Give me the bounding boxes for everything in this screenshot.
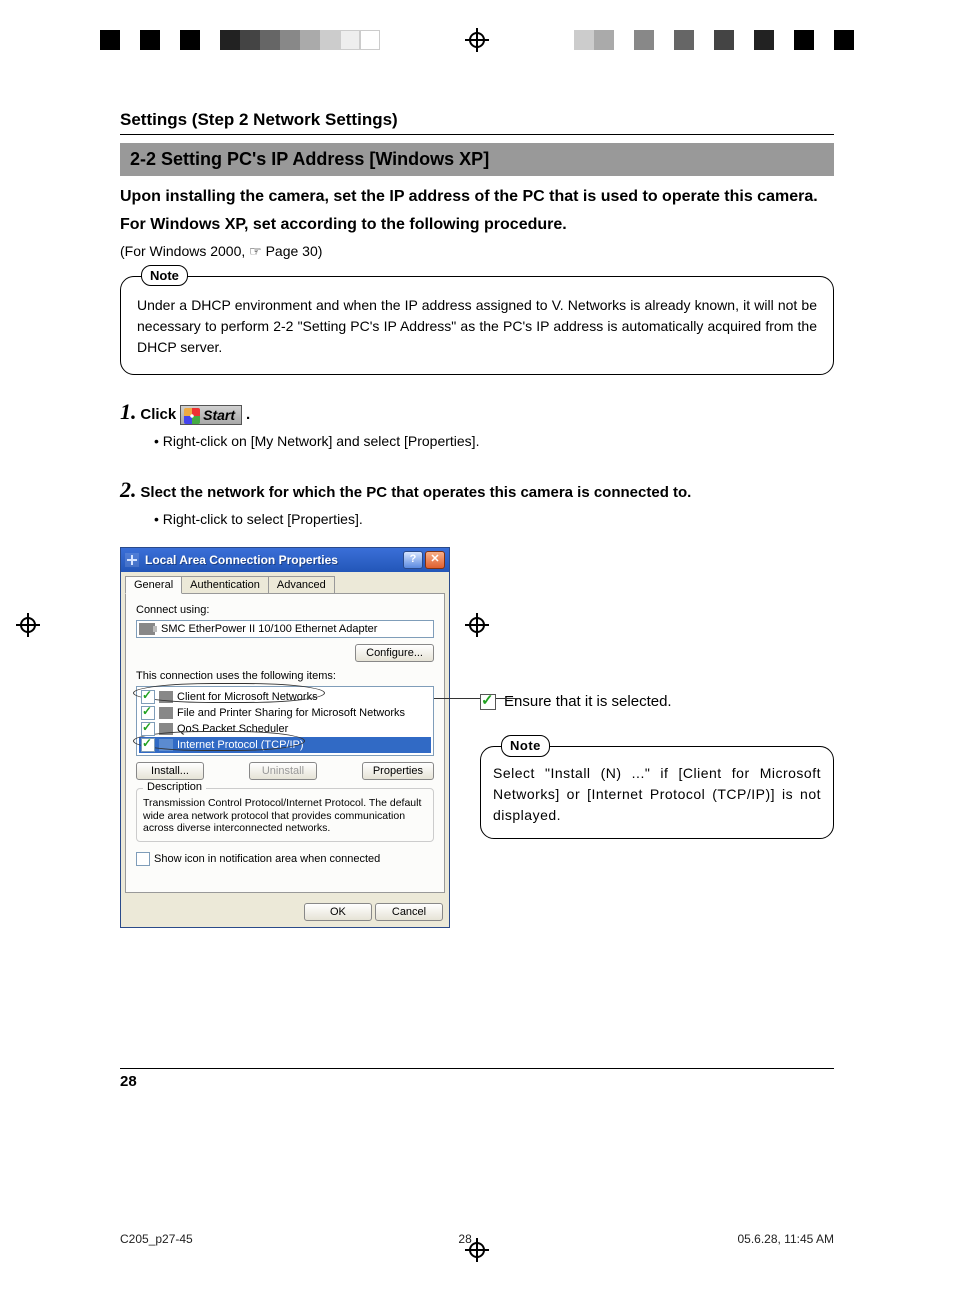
- note-text: Under a DHCP environment and when the IP…: [137, 297, 817, 355]
- step-1-text-post: .: [246, 406, 250, 423]
- note-label-2: Note: [501, 735, 550, 757]
- configure-button[interactable]: Configure...: [355, 644, 434, 662]
- dialog-titlebar: Local Area Connection Properties ? ✕: [121, 548, 449, 572]
- close-button[interactable]: ✕: [425, 551, 445, 569]
- install-button[interactable]: Install...: [136, 762, 204, 780]
- checkbox-icon[interactable]: [141, 706, 155, 720]
- ensure-selected-row: Ensure that it is selected.: [480, 693, 834, 710]
- show-icon-checkbox[interactable]: [136, 852, 150, 866]
- dialog-bottom-buttons: OK Cancel: [121, 897, 449, 927]
- registration-marks-bottom: [0, 1230, 954, 1270]
- uninstall-button[interactable]: Uninstall: [249, 762, 317, 780]
- color-bars-left: [100, 30, 380, 50]
- item-client-ms-networks[interactable]: Client for Microsoft Networks: [139, 689, 431, 705]
- checkbox-icon[interactable]: [141, 690, 155, 704]
- color-bars-right: [574, 30, 854, 50]
- screenshot-column: Local Area Connection Properties ? ✕ Gen…: [120, 547, 450, 928]
- intro-paragraph-2: For Windows XP, set according to the fol…: [120, 214, 834, 236]
- ensure-checkbox-icon: [480, 694, 496, 710]
- ok-button[interactable]: OK: [304, 903, 372, 921]
- cancel-button[interactable]: Cancel: [375, 903, 443, 921]
- step-1-text-pre: Click: [140, 406, 176, 423]
- callout-line: [433, 698, 519, 699]
- item-qos[interactable]: QoS Packet Scheduler: [139, 721, 431, 737]
- registration-target-top: [465, 28, 489, 52]
- component-icon: [159, 691, 173, 703]
- nic-icon: [139, 623, 155, 635]
- note-label: Note: [141, 265, 188, 287]
- items-label: This connection uses the following items…: [136, 670, 434, 682]
- adapter-name: SMC EtherPower II 10/100 Ethernet Adapte…: [161, 623, 377, 635]
- component-icon: [159, 723, 173, 735]
- item-file-printer-sharing[interactable]: File and Printer Sharing for Microsoft N…: [139, 705, 431, 721]
- step-1: 1. Click Start .: [120, 399, 834, 425]
- annotation-column: Ensure that it is selected. Note Select …: [480, 547, 834, 928]
- tab-body: Connect using: SMC EtherPower II 10/100 …: [125, 593, 445, 893]
- ensure-text: Ensure that it is selected.: [504, 693, 672, 710]
- note-box-1: Note Under a DHCP environment and when t…: [120, 276, 834, 375]
- step-2-number: 2.: [120, 477, 137, 502]
- cross-reference: (For Windows 2000, ☞ Page 30): [120, 243, 834, 260]
- subsection-title: 2-2 Setting PC's IP Address [Windows XP]: [120, 143, 834, 176]
- component-icon: [159, 739, 173, 751]
- registration-target-bottom: [465, 1238, 489, 1262]
- description-legend: Description: [143, 781, 206, 793]
- section-header: Settings (Step 2 Network Settings): [120, 110, 834, 135]
- page-number: 28: [120, 1068, 834, 1090]
- connect-using-label: Connect using:: [136, 604, 434, 616]
- dialog-title-icon: [125, 553, 139, 567]
- tab-strip: General Authentication Advanced: [125, 576, 445, 593]
- item-tcp-ip[interactable]: Internet Protocol (TCP/IP): [139, 737, 431, 753]
- items-listbox[interactable]: Client for Microsoft Networks File and P…: [136, 686, 434, 756]
- step-1-number: 1.: [120, 399, 137, 424]
- checkbox-icon[interactable]: [141, 722, 155, 736]
- tab-authentication[interactable]: Authentication: [181, 576, 269, 593]
- note-text-2: Select "Install (N) ..." if [Client for …: [493, 765, 821, 823]
- step-2-text: Slect the network for which the PC that …: [140, 484, 691, 501]
- component-icon: [159, 707, 173, 719]
- description-text: Transmission Control Protocol/Internet P…: [143, 797, 427, 835]
- page-content: Settings (Step 2 Network Settings) 2-2 S…: [120, 110, 834, 1210]
- checkbox-icon[interactable]: [141, 738, 155, 752]
- step-1-bullet: • Right-click on [My Network] and select…: [154, 433, 834, 449]
- dialog-title: Local Area Connection Properties: [145, 553, 401, 567]
- description-fieldset: Description Transmission Control Protoco…: [136, 788, 434, 842]
- show-icon-row[interactable]: Show icon in notification area when conn…: [136, 852, 434, 866]
- note-box-2: Note Select "Install (N) ..." if [Client…: [480, 746, 834, 839]
- step-2-bullet: • Right-click to select [Properties].: [154, 511, 834, 527]
- help-button[interactable]: ?: [403, 551, 423, 569]
- step-2: 2. Slect the network for which the PC th…: [120, 477, 834, 503]
- properties-button[interactable]: Properties: [362, 762, 434, 780]
- start-button-image: Start: [180, 405, 242, 425]
- tab-advanced[interactable]: Advanced: [268, 576, 335, 593]
- registration-marks-top: [0, 20, 954, 60]
- show-icon-label: Show icon in notification area when conn…: [154, 853, 380, 865]
- registration-target-left: [16, 613, 40, 637]
- lan-properties-dialog: Local Area Connection Properties ? ✕ Gen…: [120, 547, 450, 928]
- intro-paragraph-1: Upon installing the camera, set the IP a…: [120, 186, 834, 208]
- tab-general[interactable]: General: [125, 576, 182, 594]
- adapter-field: SMC EtherPower II 10/100 Ethernet Adapte…: [136, 620, 434, 638]
